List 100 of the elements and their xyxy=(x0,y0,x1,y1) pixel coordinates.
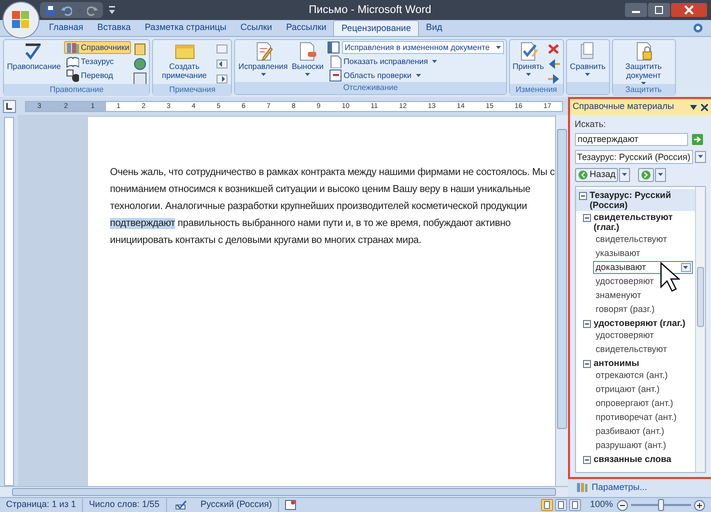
macro-record-icon[interactable] xyxy=(284,500,296,510)
track-changes-dropdown[interactable]: Исправления в измененном документе xyxy=(342,41,504,54)
zoom-slider-thumb[interactable] xyxy=(658,499,664,511)
zoom-in-icon[interactable] xyxy=(694,500,705,510)
mouse-pointer-icon xyxy=(660,262,680,292)
forward-arrow-icon xyxy=(641,170,652,180)
source-dropdown[interactable]: Тезаурус: Русский (Россия) xyxy=(574,150,693,164)
previous-change-icon[interactable] xyxy=(546,57,561,70)
thesaurus-entry[interactable]: свидетельствуют xyxy=(592,232,667,246)
thesaurus-entry[interactable]: удостоверяют xyxy=(592,274,654,288)
maximize-icon[interactable] xyxy=(648,3,670,17)
thesaurus-entry[interactable]: отрицают (ант.) xyxy=(592,382,660,396)
view-icon[interactable] xyxy=(568,499,581,511)
close-icon[interactable] xyxy=(700,104,708,110)
status-text[interactable]: Русский (Россия) xyxy=(194,498,279,512)
results-group-title: антонимы xyxy=(594,358,640,368)
collapse-icon[interactable] xyxy=(582,360,591,368)
tab-stop-selector-icon[interactable] xyxy=(3,100,16,112)
zoom-slider[interactable] xyxy=(631,499,691,511)
go-arrow-icon[interactable] xyxy=(692,134,703,144)
customize-toolbar-icon[interactable] xyxy=(109,6,115,14)
ribbon-tab[interactable]: Вид xyxy=(418,20,450,36)
group-label: Защитить xyxy=(625,85,662,94)
ribbon-tab[interactable]: Рецензирование xyxy=(333,20,419,36)
redo-icon[interactable] xyxy=(87,4,98,16)
collapse-icon[interactable] xyxy=(582,320,591,328)
ribbon-button[interactable]: Создать примечание xyxy=(155,41,214,80)
search-label: Искать: xyxy=(574,118,607,131)
forward-button[interactable] xyxy=(638,168,654,182)
options-link[interactable]: Параметры... xyxy=(592,481,648,494)
window-title: Письмо - Microsoft Word xyxy=(308,2,432,18)
thesaurus-entry[interactable]: указывают xyxy=(592,246,640,260)
ribbon-tab[interactable]: Разметка страницы xyxy=(138,20,234,36)
ribbon-tab[interactable]: Главная xyxy=(42,20,90,36)
back-menu-button[interactable] xyxy=(619,168,630,182)
thesaurus-entry[interactable]: удостоверяют xyxy=(592,328,654,342)
ribbon-button[interactable]: Защитить документ xyxy=(614,41,673,85)
next-note-icon[interactable] xyxy=(215,72,230,85)
books-icon xyxy=(576,482,588,494)
ribbon-button[interactable]: Правописание xyxy=(6,41,62,71)
thesaurus-entry[interactable]: противоречат (ант.) xyxy=(592,410,677,424)
dropdown-button[interactable] xyxy=(694,150,706,162)
collapse-icon[interactable] xyxy=(582,456,591,464)
help-icon[interactable] xyxy=(693,23,703,33)
document-balloon-icon xyxy=(297,41,318,61)
view-icon[interactable] xyxy=(540,499,553,511)
caret-icon xyxy=(585,73,590,76)
next-change-icon[interactable] xyxy=(546,72,561,85)
thesaurus-entry[interactable]: говорят (разг.) xyxy=(592,302,655,316)
pane-menu-icon[interactable] xyxy=(690,104,697,110)
thesaurus-entry[interactable]: разрушают (ант.) xyxy=(592,438,666,452)
previous-note-icon[interactable] xyxy=(215,57,230,70)
ribbon-button[interactable]: Принять xyxy=(512,41,545,76)
group-label: Примечания xyxy=(169,85,216,94)
thesaurus-entry[interactable]: знаменуют xyxy=(592,288,642,302)
results-group-title: свидетельствуют (глаг.) xyxy=(594,212,674,232)
ribbon-button[interactable]: Выноски xyxy=(290,41,325,76)
caret-icon xyxy=(416,74,420,77)
ribbon-button[interactable]: Исправления xyxy=(237,41,289,76)
undo-icon[interactable] xyxy=(61,4,72,16)
results-scrollbar[interactable] xyxy=(694,186,705,472)
back-button[interactable]: Назад xyxy=(574,168,618,182)
proofing-check-icon[interactable] xyxy=(174,500,187,510)
group-label: Отслеживание xyxy=(343,83,398,92)
thesaurus-entry[interactable]: доказывают xyxy=(592,261,693,274)
ribbon-button[interactable]: Сравнить xyxy=(568,41,607,76)
zoom-level[interactable]: 100% xyxy=(590,498,613,512)
search-field[interactable]: подтверждают xyxy=(574,132,688,146)
caret-icon xyxy=(698,155,703,158)
status-text: Страница: 1 из 1 xyxy=(0,498,83,512)
thesaurus-entry[interactable]: свидетельствуют xyxy=(592,342,667,356)
pane-title: Справочные материалы xyxy=(572,100,675,114)
horizontal-scrollbar[interactable] xyxy=(0,486,568,497)
back-arrow-icon xyxy=(578,170,588,180)
books-icon xyxy=(66,41,79,54)
reject-icon[interactable] xyxy=(546,42,561,55)
thesaurus-entry[interactable]: опровергают (ант.) xyxy=(592,396,674,410)
ribbon-tab[interactable]: Рассылки xyxy=(279,20,334,36)
minimize-icon[interactable] xyxy=(625,3,647,17)
pane-icon xyxy=(328,69,342,82)
collapse-icon[interactable] xyxy=(578,192,587,200)
thesaurus-entry[interactable]: разбивают (ант.) xyxy=(592,424,664,438)
review-pane-icon xyxy=(326,41,340,54)
results-group-title: связанные слова xyxy=(594,454,672,464)
save-icon[interactable] xyxy=(45,4,56,16)
status-text: Число слов: 1/55 xyxy=(82,498,167,512)
ribbon-button[interactable]: Справочники xyxy=(64,41,132,54)
group-label: Правописание xyxy=(50,85,104,94)
ribbon-tab[interactable]: Вставка xyxy=(90,20,138,36)
view-icon[interactable] xyxy=(554,499,567,511)
ribbon-tab[interactable]: Ссылки xyxy=(233,20,280,36)
vertical-scrollbar[interactable] xyxy=(554,115,568,486)
group-label-bar xyxy=(566,82,609,94)
results-group-title: удостоверяют (глаг.) xyxy=(594,318,686,328)
zoom-out-icon[interactable] xyxy=(617,500,628,510)
close-icon[interactable] xyxy=(671,3,707,17)
thesaurus-entry[interactable]: отрекаются (ант.) xyxy=(592,368,668,382)
collapse-icon[interactable] xyxy=(582,214,591,222)
results-heading: Тезаурус: Русский (Россия) xyxy=(590,190,672,210)
forward-menu-button[interactable] xyxy=(655,168,666,182)
